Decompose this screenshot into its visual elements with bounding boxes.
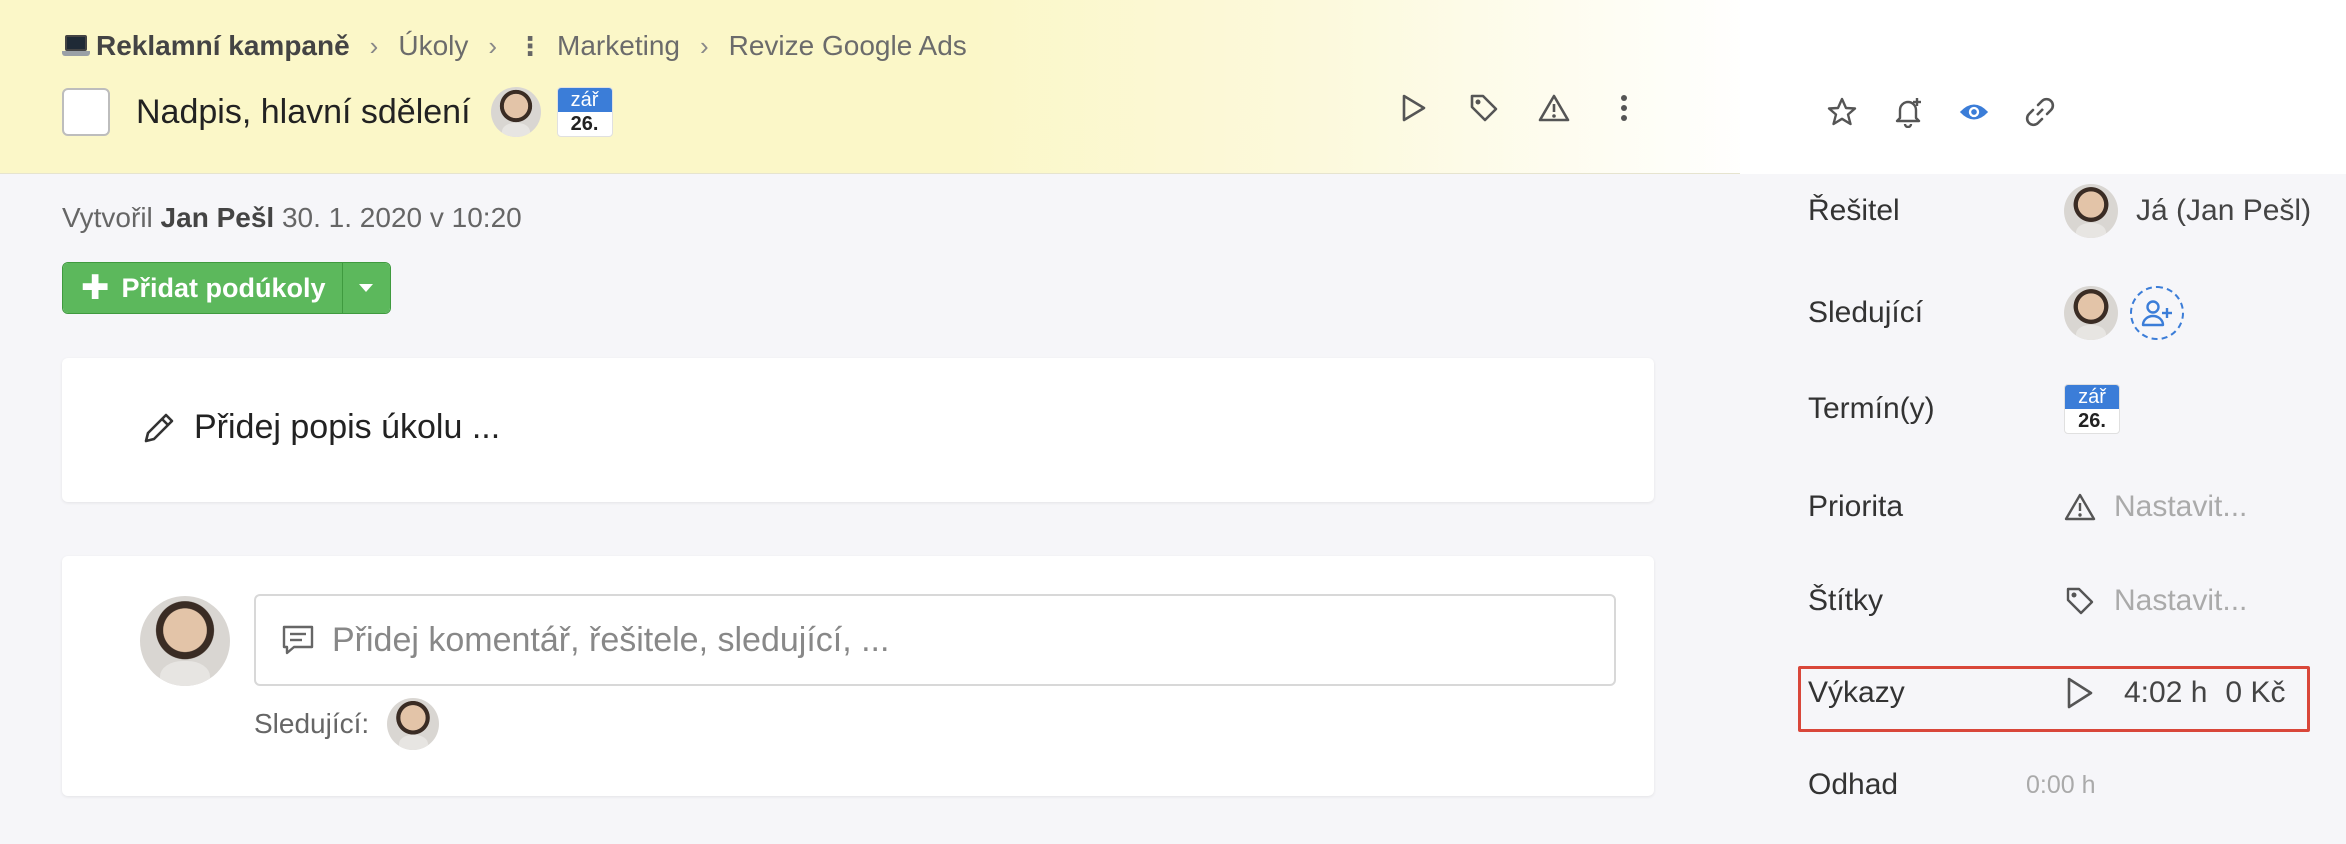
- assignee-avatar[interactable]: [490, 87, 541, 137]
- warning-icon: [2064, 493, 2096, 521]
- comment-icon: [282, 625, 314, 655]
- plus-icon: ✚: [81, 269, 110, 307]
- follower-avatar[interactable]: [2064, 286, 2118, 340]
- due-date-badge[interactable]: zář 26.: [556, 87, 613, 137]
- deadline-month: zář: [2065, 385, 2119, 409]
- assignee-value: Já (Jan Pešl): [2136, 194, 2312, 227]
- priority-value: Nastavit...: [2114, 490, 2248, 523]
- link-icon[interactable]: [2024, 96, 2056, 128]
- add-follower-button[interactable]: [2130, 286, 2184, 340]
- task-title-row: Nadpis, hlavní sdělení zář 26.: [62, 86, 613, 138]
- tags-row[interactable]: Štítky Nastavit...: [1808, 584, 2247, 618]
- created-prefix: Vytvořil: [62, 202, 153, 233]
- task-toolbar: [1398, 92, 1640, 124]
- description-placeholder-row: Přidej popis úkolu ...: [140, 408, 500, 447]
- deadline-badge: zář 26.: [2064, 384, 2120, 434]
- add-subtasks-button[interactable]: ✚ Přidat podúkoly: [63, 263, 342, 313]
- comment-followers-label: Sledující:: [254, 708, 370, 739]
- chevron-down-icon: [359, 284, 374, 292]
- chevron-right-icon: ›: [488, 30, 498, 61]
- chevron-right-icon: ›: [369, 30, 379, 61]
- current-user-avatar: [140, 596, 230, 686]
- priority-row[interactable]: Priorita Nastavit...: [1808, 490, 2247, 524]
- add-subtasks-label: Přidat podúkoly: [121, 272, 326, 303]
- followers-row: Sledující: [1808, 286, 2184, 340]
- due-date-month: zář: [557, 88, 612, 112]
- breadcrumb-root-label: Reklamní kampaně: [96, 30, 350, 61]
- comment-input[interactable]: Přidej komentář, řešitele, sledující, ..…: [254, 594, 1616, 686]
- assignee-row[interactable]: Řešitel Já (Jan Pešl): [1808, 184, 2311, 238]
- assignee-label: Řešitel: [1808, 194, 1900, 227]
- comment-card: Přidej komentář, řešitele, sledující, ..…: [62, 556, 1654, 796]
- tag-icon: [2066, 587, 2094, 615]
- tags-label: Štítky: [1808, 584, 1884, 617]
- created-info: Vytvořil Jan Pešl 30. 1. 2020 v 10:20: [62, 202, 522, 234]
- follower-avatar[interactable]: [387, 698, 440, 750]
- user-plus-icon: [2141, 300, 2172, 327]
- sidebar-toolbar: [1826, 96, 2056, 128]
- star-icon[interactable]: [1826, 96, 1858, 128]
- tag-icon[interactable]: [1468, 92, 1500, 124]
- estimate-row[interactable]: Odhad 0:00 h: [1808, 768, 2096, 802]
- description-placeholder: Přidej popis úkolu ...: [194, 408, 501, 446]
- sidebar-header-bg: [1740, 0, 2346, 174]
- breadcrumb-root[interactable]: Reklamní kampaně: [62, 30, 350, 62]
- comment-placeholder: Přidej komentář, řešitele, sledující, ..…: [332, 620, 890, 659]
- estimate-label: Odhad: [1808, 768, 1899, 801]
- breadcrumb-item-tasks[interactable]: Úkoly: [398, 30, 468, 62]
- more-vertical-icon[interactable]: ⋮: [517, 31, 543, 62]
- add-subtasks-dropdown[interactable]: [341, 263, 390, 313]
- chevron-right-icon: ›: [699, 30, 709, 61]
- more-vertical-icon[interactable]: [1608, 92, 1640, 124]
- priority-label: Priorita: [1808, 490, 1904, 523]
- play-icon[interactable]: [1398, 92, 1430, 124]
- comment-followers: Sledující:: [254, 698, 440, 750]
- created-at: 30. 1. 2020 v 10:20: [281, 202, 522, 233]
- bell-add-icon[interactable]: [1892, 96, 1924, 128]
- deadline-row[interactable]: Termín(y) zář 26.: [1808, 384, 2120, 434]
- followers-label: Sledující: [1808, 296, 1924, 329]
- eye-icon[interactable]: [1958, 96, 1990, 128]
- description-card[interactable]: Přidej popis úkolu ...: [62, 358, 1654, 502]
- estimate-value: 0:00 h: [2026, 770, 2096, 799]
- due-date-day: 26.: [570, 113, 599, 135]
- task-title[interactable]: Nadpis, hlavní sdělení: [136, 93, 471, 132]
- add-subtasks-button-group: ✚ Přidat podúkoly: [62, 262, 391, 314]
- tags-value: Nastavit...: [2114, 584, 2248, 617]
- breadcrumb-item-current[interactable]: Revize Google Ads: [729, 30, 967, 62]
- deadline-label: Termín(y): [1808, 392, 1935, 425]
- task-complete-checkbox[interactable]: [62, 88, 110, 136]
- laptop-icon: [62, 35, 90, 57]
- assignee-avatar: [2064, 184, 2118, 238]
- reports-highlight: [1798, 666, 2310, 732]
- breadcrumb-item-marketing[interactable]: Marketing: [557, 30, 680, 62]
- created-by[interactable]: Jan Pešl: [161, 202, 275, 233]
- deadline-day: 26.: [2078, 410, 2106, 432]
- pencil-icon: [144, 413, 174, 442]
- warning-icon[interactable]: [1538, 92, 1570, 124]
- breadcrumb: Reklamní kampaně › Úkoly › ⋮ Marketing ›…: [62, 26, 967, 66]
